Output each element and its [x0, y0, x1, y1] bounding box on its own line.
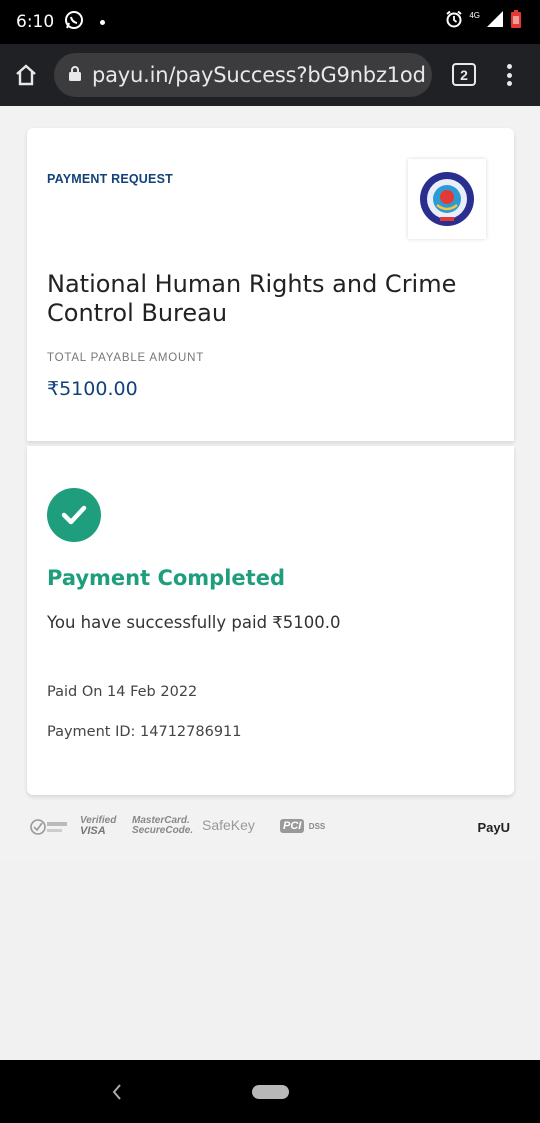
securecode-label: SecureCode.	[132, 825, 194, 836]
paid-on-date: Paid On 14 Feb 2022	[47, 684, 198, 700]
verified-visa-badge: Verified VISA	[80, 816, 116, 837]
dss-label: DSS	[308, 822, 326, 831]
system-navigation-bar	[0, 1060, 540, 1123]
success-message: You have successfully paid ₹5100.0	[47, 613, 341, 632]
visa-label: VISA	[80, 825, 106, 837]
tab-switcher-button[interactable]: 2	[452, 63, 476, 86]
total-payable-amount: ₹5100.00	[47, 378, 138, 400]
safekey-badge: SafeKey	[202, 817, 255, 833]
pci-label: PCI	[280, 819, 305, 833]
merchant-logo	[408, 159, 486, 239]
lock-icon	[68, 65, 82, 86]
battery-icon	[510, 9, 522, 34]
home-icon	[16, 64, 36, 86]
payment-status-card: Payment Completed You have successfully …	[27, 446, 514, 795]
total-payable-label: TOTAL PAYABLE AMOUNT	[47, 352, 205, 364]
address-bar[interactable]: payu.in/paySuccess?bG9nbz1od	[54, 53, 432, 97]
whatsapp-icon	[64, 10, 84, 35]
status-bar: 6:10 4G	[0, 0, 540, 44]
merchant-name: National Human Rights and Crime Control …	[47, 270, 457, 327]
menu-icon[interactable]	[499, 61, 519, 89]
page-content: PAYMENT REQUEST National Human Rights an…	[0, 106, 540, 861]
network-label: 4G	[469, 11, 480, 20]
check-icon	[61, 505, 87, 525]
home-button[interactable]	[0, 44, 52, 106]
payment-status-title: Payment Completed	[47, 566, 285, 590]
success-badge	[47, 488, 101, 542]
browser-toolbar: payu.in/paySuccess?bG9nbz1od 2	[0, 44, 540, 106]
url-text: payu.in/paySuccess?bG9nbz1od	[92, 63, 426, 87]
status-time: 6:10	[16, 12, 55, 32]
payment-request-card: PAYMENT REQUEST National Human Rights an…	[27, 128, 514, 441]
payment-request-label: PAYMENT REQUEST	[47, 172, 173, 186]
home-gesture-pill[interactable]	[252, 1085, 289, 1099]
empty-page-area	[0, 861, 540, 1060]
alarm-icon	[445, 10, 463, 33]
payment-id: Payment ID: 14712786911	[47, 724, 242, 740]
trust-badges: Verified VISA MasterCard. SecureCode. Sa…	[30, 814, 510, 840]
mastercard-securecode-badge: MasterCard. SecureCode.	[132, 816, 193, 836]
norton-badge-icon	[30, 818, 68, 837]
payu-logo: PayU	[477, 820, 510, 835]
pci-dss-badge: PCI DSS	[280, 816, 325, 834]
back-icon[interactable]	[110, 1080, 124, 1109]
signal-icon	[486, 10, 504, 33]
notification-dot	[100, 19, 106, 25]
